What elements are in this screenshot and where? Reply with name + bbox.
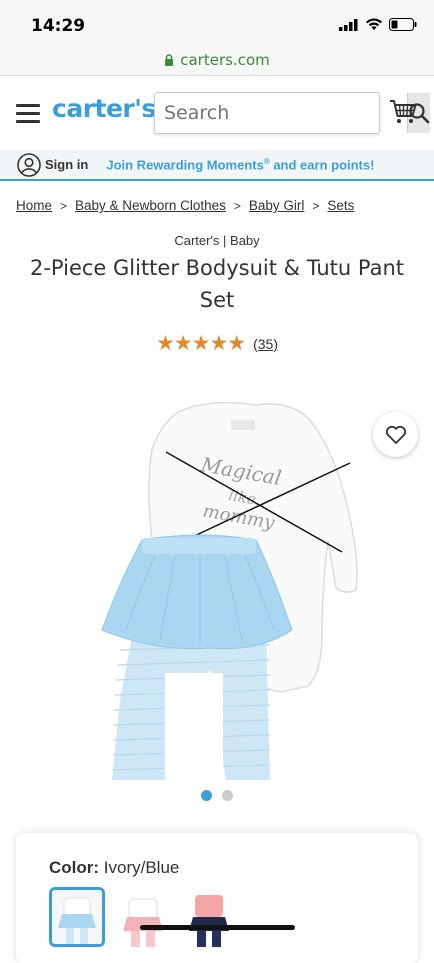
cart-button[interactable] xyxy=(389,99,417,130)
address-bar[interactable]: carters.com xyxy=(0,44,434,76)
breadcrumb-separator: > xyxy=(233,198,241,213)
lock-icon xyxy=(165,53,174,66)
selected-color: Ivory/Blue xyxy=(103,858,180,877)
rewards-link[interactable]: Join Rewarding Moments® and earn points! xyxy=(106,157,374,172)
status-time: 14:29 xyxy=(31,16,86,36)
breadcrumb-baby-newborn[interactable]: Baby & Newborn Clothes xyxy=(75,198,226,213)
rewards-prefix: Join Rewarding Moments xyxy=(106,157,264,173)
breadcrumb-home[interactable]: Home xyxy=(16,198,52,213)
wifi-icon xyxy=(366,18,382,30)
cart-icon xyxy=(390,100,417,123)
breadcrumb-separator: > xyxy=(312,198,320,213)
account-bar: Sign in Join Rewarding Moments® and earn… xyxy=(0,150,434,181)
rewards-suffix: and earn points! xyxy=(269,157,375,173)
color-label-title: Color: xyxy=(49,858,100,877)
carters-logo[interactable]: carter's xyxy=(52,94,156,123)
menu-icon[interactable] xyxy=(16,104,40,123)
breadcrumb-separator: > xyxy=(60,198,68,213)
carousel-dot-1[interactable] xyxy=(201,790,212,801)
sign-in-label: Sign in xyxy=(45,157,89,172)
product-rating[interactable]: ★★★★★ (35) xyxy=(0,331,434,356)
heart-icon xyxy=(385,425,406,444)
swatch-navy-pink[interactable] xyxy=(181,887,237,947)
breadcrumb: Home > Baby & Newborn Clothes > Baby Gir… xyxy=(16,198,354,213)
product-brand: Carter's | Baby xyxy=(174,233,260,248)
search-box xyxy=(154,92,430,134)
review-count[interactable]: (35) xyxy=(253,336,278,352)
sign-in-link[interactable]: Sign in xyxy=(17,152,89,177)
rating-stars-icon: ★★★★★ xyxy=(155,332,246,355)
signal-icon xyxy=(339,18,358,31)
image-carousel-dots xyxy=(0,790,434,801)
color-label: Color: Ivory/Blue xyxy=(49,858,179,878)
product-image[interactable]: Magical like mommy xyxy=(60,390,374,785)
status-bar: 14:29 xyxy=(0,0,434,44)
favorite-button[interactable] xyxy=(373,412,418,457)
url-text: carters.com xyxy=(180,50,270,69)
product-title: 2-Piece Glitter Bodysuit & Tutu Pant Set xyxy=(29,256,405,312)
home-indicator xyxy=(140,925,295,930)
breadcrumb-baby-girl[interactable]: Baby Girl xyxy=(249,198,305,213)
color-swatches xyxy=(49,887,237,947)
color-selector: Color: Ivory/Blue xyxy=(16,833,418,963)
site-header: carter's xyxy=(0,77,434,149)
swatch-ivory-pink[interactable] xyxy=(115,887,171,947)
breadcrumb-sets[interactable]: Sets xyxy=(327,198,354,213)
battery-icon xyxy=(389,18,417,31)
status-icons xyxy=(339,18,417,31)
carousel-dot-2[interactable] xyxy=(222,790,233,801)
search-input[interactable] xyxy=(155,93,407,133)
user-icon xyxy=(17,152,41,177)
product-photo: Magical like mommy xyxy=(101,401,358,783)
swatch-ivory-blue[interactable] xyxy=(49,887,105,947)
